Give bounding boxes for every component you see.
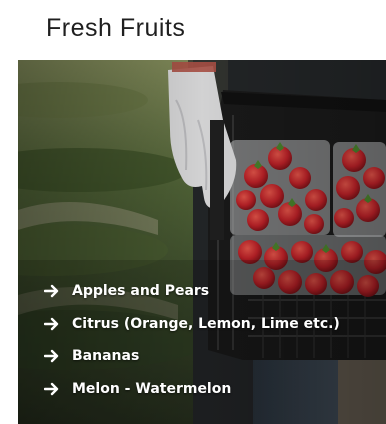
list-item-label: Apples and Pears (72, 283, 210, 300)
list-item: Melon - Watermelon (44, 373, 340, 406)
fruit-list: Apples and Pears Citrus (Orange, Lemon, … (44, 275, 340, 405)
arrow-right-icon (44, 317, 62, 331)
arrow-right-icon (44, 349, 62, 363)
list-item: Citrus (Orange, Lemon, Lime etc.) (44, 308, 340, 341)
list-item-label: Melon - Watermelon (72, 380, 232, 397)
list-item: Bananas (44, 340, 340, 373)
arrow-right-icon (44, 382, 62, 396)
section-title: Fresh Fruits (46, 14, 186, 42)
list-item-label: Citrus (Orange, Lemon, Lime etc.) (72, 315, 340, 332)
arrow-right-icon (44, 284, 62, 298)
list-item-label: Bananas (72, 348, 140, 365)
list-item: Apples and Pears (44, 275, 340, 308)
title-tab: Fresh Fruits (18, 0, 335, 60)
product-category-card: Fresh Fruits Apples and Pears Citrus (Or… (0, 0, 386, 424)
